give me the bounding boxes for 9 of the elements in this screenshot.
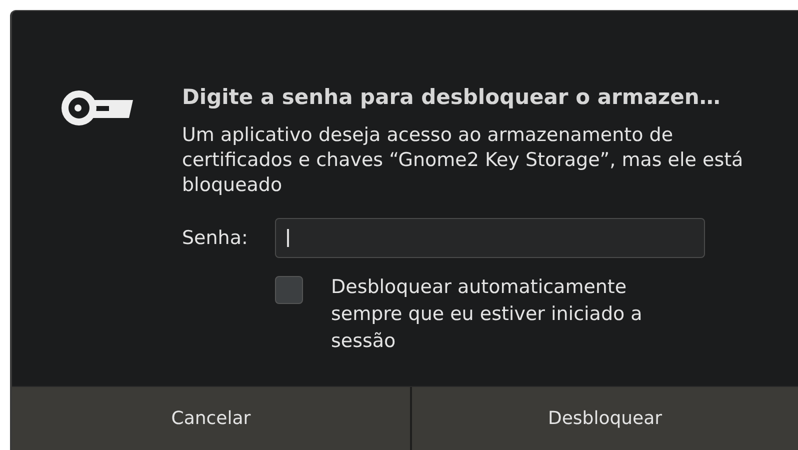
password-label: Senha: <box>182 227 249 249</box>
auto-unlock-label: Desbloquear automaticamente sempre que eu estiver iniciado a sessão <box>331 275 644 354</box>
dialog-title: Digite a senha para desbloquear o armazen… <box>182 85 722 109</box>
unlock-button[interactable]: Desbloquear <box>410 387 798 450</box>
auto-unlock-checkbox[interactable] <box>275 276 303 304</box>
key-icon <box>61 90 133 126</box>
password-field[interactable] <box>275 218 705 258</box>
dialog-message: Um aplicativo deseja acesso ao armazenamento de certificados e chaves “Gnome2 Key Storage”, mas ele está bloqueado <box>182 123 744 198</box>
cancel-button[interactable]: Cancelar <box>12 387 410 450</box>
